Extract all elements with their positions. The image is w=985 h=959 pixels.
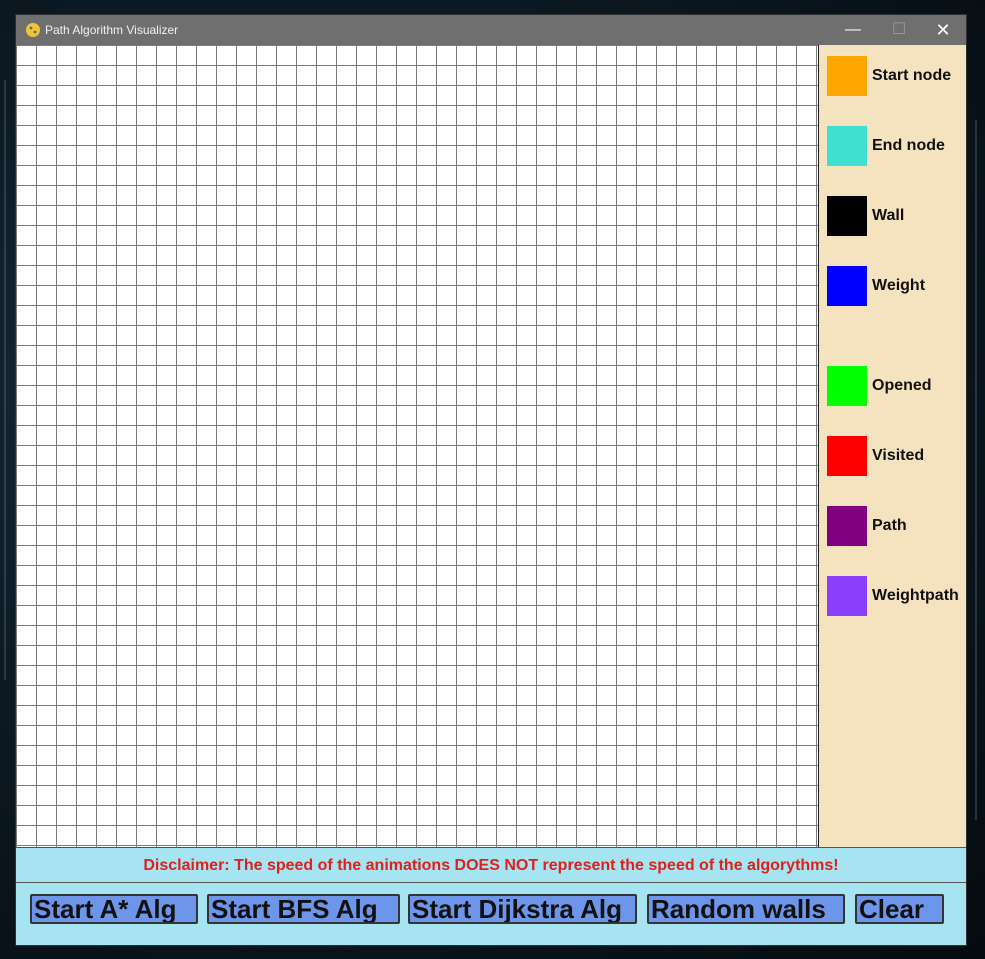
weightpath-swatch	[827, 576, 867, 616]
legend-label: Weight	[872, 277, 926, 294]
app-window: Path Algorithm Visualizer — ☐ ✕ Start no…	[15, 14, 967, 946]
visited-swatch	[827, 436, 867, 476]
python-icon	[26, 23, 40, 37]
window-title: Path Algorithm Visualizer	[45, 23, 179, 37]
end-node-swatch	[827, 126, 867, 166]
wall-swatch	[827, 196, 867, 236]
random-walls-button[interactable]: Random walls	[647, 894, 845, 924]
legend-label: End node	[872, 137, 945, 154]
legend-label: Wall	[872, 207, 905, 224]
title-bar[interactable]: Path Algorithm Visualizer — ☐ ✕	[16, 15, 966, 45]
legend-label: Weightpath	[872, 587, 959, 604]
disclaimer-text: Disclaimer: The speed of the animations …	[143, 857, 839, 874]
minimize-button[interactable]: —	[830, 15, 876, 45]
legend-label: Opened	[872, 377, 932, 394]
legend-label: Start node	[872, 67, 952, 84]
button-bar: Start A* Alg Start BFS Alg Start Dijkstr…	[16, 883, 966, 945]
clear-button[interactable]: Clear	[855, 894, 944, 924]
start-dijkstra-button[interactable]: Start Dijkstra Alg	[408, 894, 637, 924]
close-button[interactable]: ✕	[920, 15, 966, 45]
start-astar-button[interactable]: Start A* Alg	[30, 894, 198, 924]
start-bfs-button[interactable]: Start BFS Alg	[207, 894, 400, 924]
start-node-swatch	[827, 56, 867, 96]
pathfinding-grid[interactable]	[16, 45, 819, 847]
disclaimer-bar: Disclaimer: The speed of the animations …	[16, 847, 966, 883]
weight-swatch	[827, 266, 867, 306]
legend-label: Visited	[872, 447, 925, 464]
opened-swatch	[827, 366, 867, 406]
legend-label: Path	[872, 517, 907, 534]
path-swatch	[827, 506, 867, 546]
maximize-button[interactable]: ☐	[876, 15, 922, 45]
legend-panel: Start node End node Wall Weight Opened V…	[819, 45, 966, 847]
